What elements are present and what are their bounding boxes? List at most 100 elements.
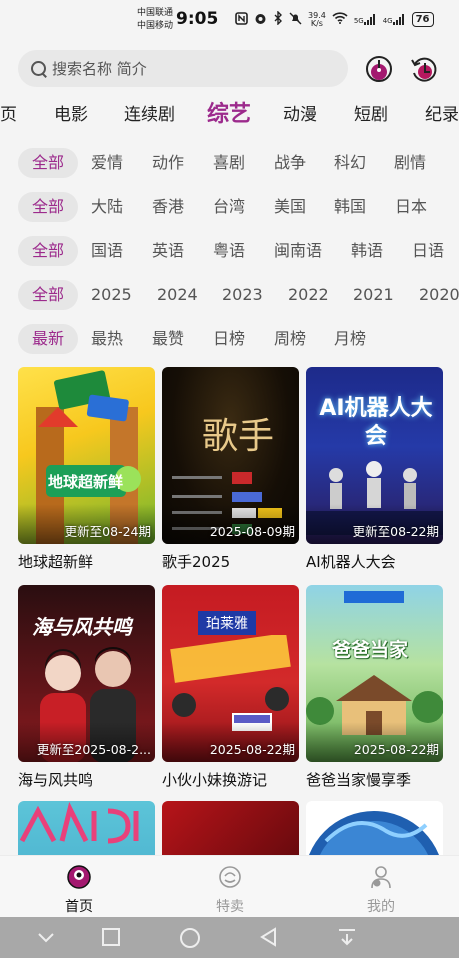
carrier-bottom: 中国移动 bbox=[137, 21, 174, 31]
wifi-icon bbox=[332, 12, 348, 27]
chip-genre[interactable]: 动作 bbox=[152, 148, 184, 178]
chip-sort-latest[interactable]: 最新 bbox=[18, 324, 78, 354]
chip-genre[interactable]: 剧情 bbox=[394, 148, 426, 178]
chip-sort[interactable]: 最赞 bbox=[152, 324, 184, 354]
chip-sort[interactable]: 周榜 bbox=[274, 324, 306, 354]
chip-region[interactable]: 台湾 bbox=[213, 192, 245, 222]
chip-region[interactable]: 韩国 bbox=[334, 192, 366, 222]
show-card[interactable]: 歌手 2025-08-09期 歌手2025 bbox=[162, 367, 299, 571]
chip-year[interactable]: 2023 bbox=[222, 280, 263, 310]
chip-region-all[interactable]: 全部 bbox=[18, 192, 78, 222]
show-title[interactable]: 爸爸当家慢享季 bbox=[306, 769, 411, 790]
show-title[interactable]: 小伙小妹换游记 bbox=[162, 769, 267, 790]
chip-region[interactable]: 日本 bbox=[395, 192, 427, 222]
chip-year[interactable]: 2021 bbox=[353, 280, 394, 310]
history-button[interactable] bbox=[364, 54, 394, 84]
system-nav-bar bbox=[0, 917, 459, 958]
nav-home-label: 首页 bbox=[65, 899, 93, 915]
chip-region[interactable]: 香港 bbox=[152, 192, 184, 222]
show-poster[interactable]: 地球超新鲜 更新至08-24期 bbox=[18, 367, 155, 544]
show-poster[interactable]: 珀莱雅 2025-08-22期 bbox=[162, 585, 299, 762]
show-poster[interactable]: AI机器人大会 更新至08-22期 bbox=[306, 367, 443, 544]
filter-row-language: 全部 国语 英语 粤语 闽南语 韩语 日语 bbox=[0, 236, 459, 266]
net-speed: 39.4 K/s bbox=[308, 10, 326, 28]
show-card[interactable]: 珀莱雅 2025-08-22期 小伙小妹换游记 bbox=[162, 585, 299, 789]
category-tabs: 页 电影 连续剧 综艺 动漫 短剧 纪录 bbox=[0, 96, 459, 130]
chip-year[interactable]: 2022 bbox=[288, 280, 329, 310]
chip-genre[interactable]: 喜剧 bbox=[213, 148, 245, 178]
carrier-top: 中国联通 bbox=[137, 8, 174, 18]
update-badge: 2025-08-22期 bbox=[353, 742, 439, 757]
app-root: 中国联通 中国移动 9:05 39.4 K/s 5G 4G 76 搜索名称 简介… bbox=[0, 0, 459, 958]
chip-genre-all[interactable]: 全部 bbox=[18, 148, 78, 178]
show-poster[interactable]: 海与风共鸣 更新至2025-08-2... bbox=[18, 585, 155, 762]
poster-title: 珀莱雅 bbox=[198, 611, 256, 635]
show-title[interactable]: 地球超新鲜 bbox=[18, 551, 93, 572]
poster-art bbox=[309, 811, 439, 855]
chip-genre[interactable]: 爱情 bbox=[91, 148, 123, 178]
tab-variety[interactable]: 综艺 bbox=[207, 96, 251, 128]
nav-profile-label: 我的 bbox=[367, 899, 395, 915]
show-title[interactable]: 海与风共鸣 bbox=[18, 769, 93, 790]
show-card[interactable] bbox=[162, 801, 299, 855]
chip-sort[interactable]: 日榜 bbox=[213, 324, 245, 354]
hide-nav-button[interactable] bbox=[36, 927, 56, 951]
chevron-down-icon bbox=[38, 933, 54, 943]
show-title[interactable]: AI机器人大会 bbox=[306, 551, 396, 572]
show-poster[interactable]: 歌手 2025-08-09期 bbox=[162, 367, 299, 544]
home-button[interactable] bbox=[179, 927, 201, 953]
chip-region[interactable]: 大陆 bbox=[91, 192, 123, 222]
show-poster[interactable]: 爸爸当家 2025-08-22期 bbox=[306, 585, 443, 762]
chip-language[interactable]: 英语 bbox=[152, 236, 184, 266]
back-button[interactable] bbox=[259, 927, 279, 951]
signal-4g: 4G bbox=[383, 14, 406, 25]
chip-language[interactable]: 闽南语 bbox=[274, 236, 322, 266]
chip-genre[interactable]: 战争 bbox=[274, 148, 306, 178]
show-card[interactable]: AI机器人大会 更新至08-22期 AI机器人大会 bbox=[306, 367, 443, 571]
update-badge: 2025-08-22期 bbox=[209, 742, 295, 757]
poster-title: 地球超新鲜 bbox=[48, 473, 124, 491]
show-card[interactable]: 海与风共鸣 更新至2025-08-2... 海与风共鸣 bbox=[18, 585, 155, 789]
chip-language[interactable]: 日语 bbox=[412, 236, 444, 266]
chip-language-all[interactable]: 全部 bbox=[18, 236, 78, 266]
tab-short-drama[interactable]: 短剧 bbox=[354, 100, 388, 125]
show-card[interactable] bbox=[306, 801, 443, 855]
tab-partial[interactable]: 页 bbox=[0, 100, 17, 125]
show-card[interactable]: 地球超新鲜 更新至08-24期 地球超新鲜 bbox=[18, 367, 155, 571]
back-triangle-icon bbox=[260, 927, 276, 947]
chip-language[interactable]: 国语 bbox=[91, 236, 123, 266]
chip-language[interactable]: 韩语 bbox=[351, 236, 383, 266]
show-poster[interactable] bbox=[18, 801, 155, 855]
nav-home[interactable]: 首页 bbox=[39, 864, 119, 916]
search-bar[interactable]: 搜索名称 简介 bbox=[18, 50, 348, 87]
nav-profile[interactable]: 我的 bbox=[341, 864, 421, 916]
tab-anime[interactable]: 动漫 bbox=[283, 100, 317, 125]
search-input[interactable]: 搜索名称 简介 bbox=[52, 58, 147, 79]
status-icons: 39.4 K/s 5G 4G 76 bbox=[235, 10, 434, 28]
recents-button[interactable] bbox=[101, 927, 121, 951]
filter-row-year: 全部 2025 2024 2023 2022 2021 2020 bbox=[0, 280, 459, 310]
nav-sale[interactable]: 特卖 bbox=[190, 864, 270, 916]
chip-region[interactable]: 美国 bbox=[274, 192, 306, 222]
circle-icon bbox=[180, 928, 200, 948]
recent-button[interactable] bbox=[409, 54, 439, 84]
show-card[interactable] bbox=[18, 801, 155, 855]
tab-movie[interactable]: 电影 bbox=[54, 100, 88, 125]
chip-year[interactable]: 2020 bbox=[419, 280, 459, 310]
chip-genre[interactable]: 科幻 bbox=[334, 148, 366, 178]
tab-series[interactable]: 连续剧 bbox=[124, 100, 175, 125]
show-poster[interactable] bbox=[162, 801, 299, 855]
show-card[interactable]: 爸爸当家 2025-08-22期 爸爸当家慢享季 bbox=[306, 585, 443, 789]
alarm-icon bbox=[254, 12, 267, 28]
notification-shade-button[interactable] bbox=[337, 927, 357, 951]
chip-year[interactable]: 2025 bbox=[91, 280, 132, 310]
chip-year-all[interactable]: 全部 bbox=[18, 280, 78, 310]
show-title[interactable]: 歌手2025 bbox=[162, 551, 230, 572]
chip-language[interactable]: 粤语 bbox=[213, 236, 245, 266]
poster-title: 歌手 bbox=[202, 416, 275, 457]
chip-sort[interactable]: 最热 bbox=[91, 324, 123, 354]
show-poster[interactable] bbox=[306, 801, 443, 855]
tab-documentary[interactable]: 纪录 bbox=[425, 100, 459, 125]
chip-sort[interactable]: 月榜 bbox=[334, 324, 366, 354]
chip-year[interactable]: 2024 bbox=[157, 280, 198, 310]
